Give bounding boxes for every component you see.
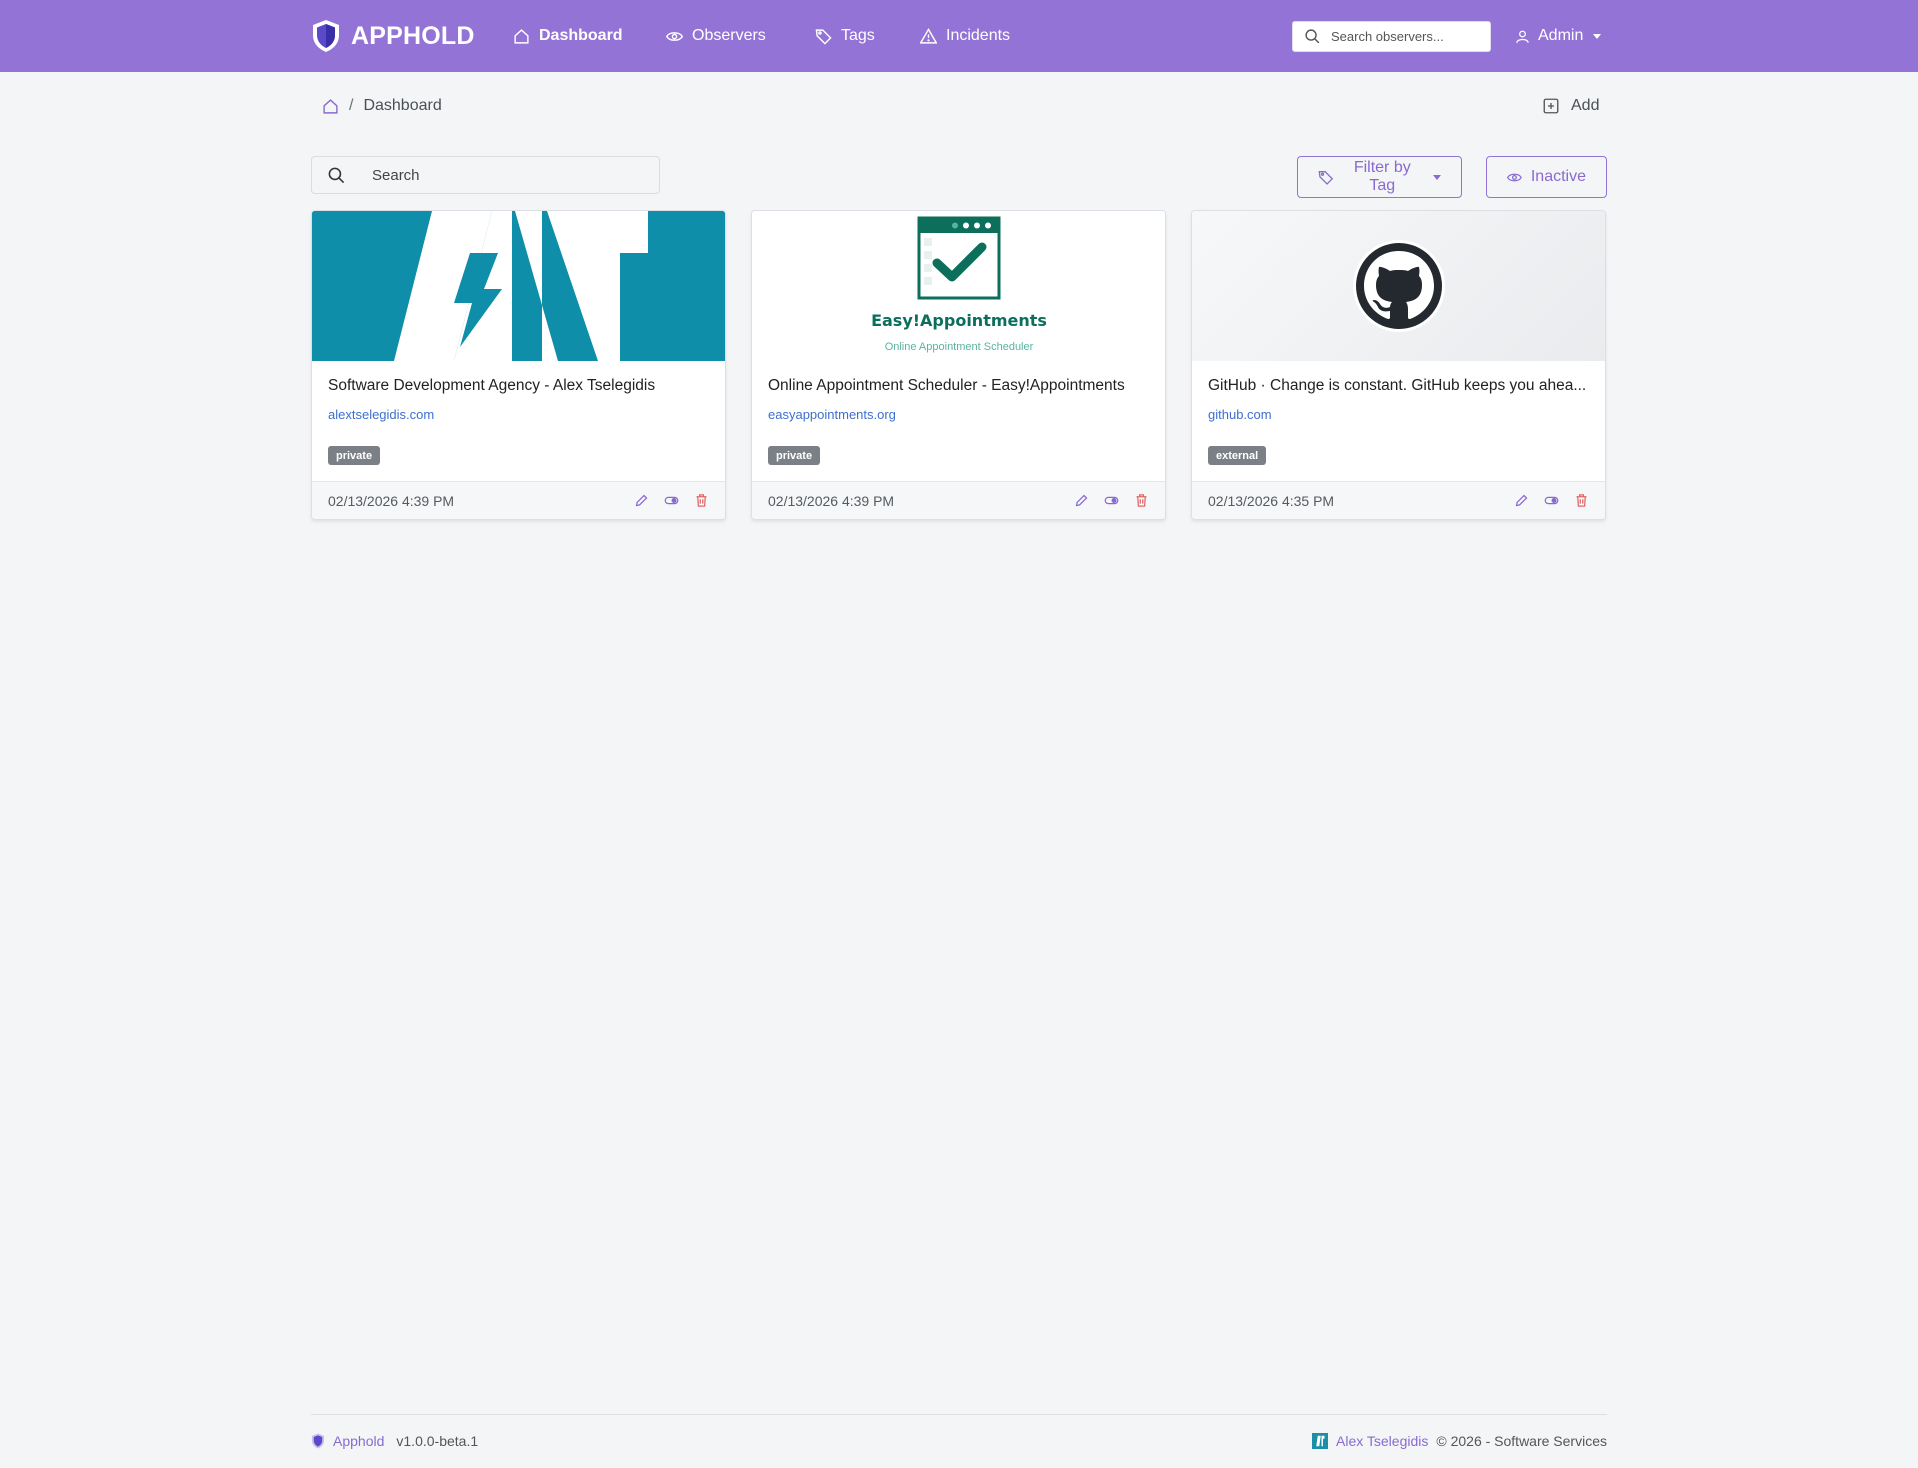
toggle-active-button[interactable] (1544, 493, 1559, 508)
card-date: 02/13/2026 4:35 PM (1208, 493, 1335, 509)
tag-badge: private (328, 446, 381, 465)
edit-button[interactable] (634, 493, 649, 508)
chevron-down-icon (1433, 174, 1441, 180)
dashboard-search-input[interactable] (372, 166, 642, 184)
card-title[interactable]: Online Appointment Scheduler - Easy!Appo… (768, 377, 1153, 395)
footer-right: Alex Tselegidis © 2026 - Software Servic… (1312, 1433, 1607, 1449)
logo-title: Easy!Appointments (871, 311, 1047, 330)
nav-observers[interactable]: Observers (666, 22, 766, 50)
card-title[interactable]: Software Development Agency - Alex Tsele… (328, 377, 713, 395)
calendar-check-icon: Easy!Appointments Online Appointment Sch… (871, 216, 1047, 353)
footer-brand-link[interactable]: Apphold (333, 1433, 384, 1449)
nav-tags[interactable]: Tags (815, 22, 875, 50)
brand-name: APPHOLD (351, 21, 475, 50)
top-navbar: APPHOLD Dashboard Observers Tags Inciden… (0, 0, 1918, 72)
tag-badge: private (768, 446, 821, 465)
logo-subtitle: Online Appointment Scheduler (885, 341, 1034, 353)
card-title[interactable]: GitHub · Change is constant. GitHub keep… (1208, 377, 1593, 395)
chevron-down-icon (1593, 33, 1602, 39)
pencil-icon (635, 494, 648, 507)
github-logo-icon (1353, 240, 1445, 332)
add-observer-button[interactable]: Add (1542, 94, 1599, 118)
trash-icon (1576, 494, 1587, 507)
card-thumbnail (1192, 211, 1605, 361)
dashboard-search-box (311, 156, 660, 194)
footer-author-link[interactable]: Alex Tselegidis (1336, 1433, 1428, 1449)
at-logo-icon (312, 211, 725, 361)
breadcrumb: / Dashboard (322, 94, 442, 118)
home-icon (514, 28, 529, 44)
card-thumbnail (312, 211, 725, 361)
footer-divider (311, 1414, 1607, 1415)
eye-icon (666, 31, 683, 41)
tag-badge: external (1208, 446, 1267, 465)
search-icon (328, 167, 345, 184)
card-actions (1514, 493, 1589, 508)
toggle-active-button[interactable] (1104, 493, 1119, 508)
warning-icon (920, 27, 937, 44)
footer-copyright: © 2026 - Software Services (1436, 1433, 1607, 1449)
edit-button[interactable] (1074, 493, 1089, 508)
pencil-icon (1515, 494, 1528, 507)
eye-icon (1507, 173, 1522, 181)
delete-button[interactable] (1134, 493, 1149, 508)
nav-search-box (1292, 21, 1491, 52)
observer-search-input[interactable] (1331, 29, 1481, 44)
trash-icon (696, 494, 707, 507)
breadcrumb-current: Dashboard (363, 97, 442, 114)
card-footer: 02/13/2026 4:35 PM (1192, 481, 1605, 519)
trash-icon (1136, 494, 1147, 507)
shield-icon (311, 1433, 325, 1449)
shield-icon (313, 20, 339, 52)
user-icon (1516, 30, 1529, 43)
card-date: 02/13/2026 4:39 PM (328, 493, 455, 509)
user-menu-dropdown[interactable]: Admin (1515, 22, 1602, 50)
inactive-toggle-button[interactable]: Inactive (1486, 156, 1607, 198)
card-actions (1074, 493, 1149, 508)
observer-card[interactable]: Software Development Agency - Alex Tsele… (311, 210, 726, 520)
app-version: v1.0.0-beta.1 (396, 1433, 479, 1449)
brand-logo[interactable]: APPHOLD (311, 18, 475, 54)
footer-left: Apphold v1.0.0-beta.1 (311, 1433, 478, 1449)
card-actions (634, 493, 709, 508)
filter-by-tag-button[interactable]: Filter by Tag (1297, 156, 1462, 198)
observer-card[interactable]: GitHub · Change is constant. GitHub keep… (1191, 210, 1606, 520)
nav-incidents[interactable]: Incidents (920, 22, 1010, 50)
card-url-link[interactable]: alextselegidis.com (328, 407, 434, 422)
observer-card[interactable]: Easy!Appointments Online Appointment Sch… (751, 210, 1166, 520)
author-logo-icon (1312, 1433, 1329, 1449)
card-footer: 02/13/2026 4:39 PM (312, 481, 725, 519)
tag-icon (815, 28, 832, 45)
plus-square-icon (1543, 98, 1559, 114)
delete-button[interactable] (694, 493, 709, 508)
edit-button[interactable] (1514, 493, 1529, 508)
user-name: Admin (1538, 27, 1584, 44)
toggle-active-button[interactable] (664, 493, 679, 508)
toggle-icon (1104, 496, 1119, 505)
toggle-icon (664, 496, 679, 505)
card-footer: 02/13/2026 4:39 PM (752, 481, 1165, 519)
breadcrumb-separator: / (349, 97, 354, 114)
tag-icon (1318, 170, 1334, 185)
card-date: 02/13/2026 4:39 PM (768, 493, 895, 509)
card-url-link[interactable]: github.com (1208, 407, 1272, 422)
home-icon[interactable] (322, 98, 339, 115)
nav-dashboard[interactable]: Dashboard (513, 22, 623, 50)
card-thumbnail: Easy!Appointments Online Appointment Sch… (752, 211, 1165, 361)
card-url-link[interactable]: easyappointments.org (768, 407, 896, 422)
toggle-icon (1544, 496, 1559, 505)
delete-button[interactable] (1574, 493, 1589, 508)
search-icon (1305, 29, 1320, 44)
pencil-icon (1075, 494, 1088, 507)
